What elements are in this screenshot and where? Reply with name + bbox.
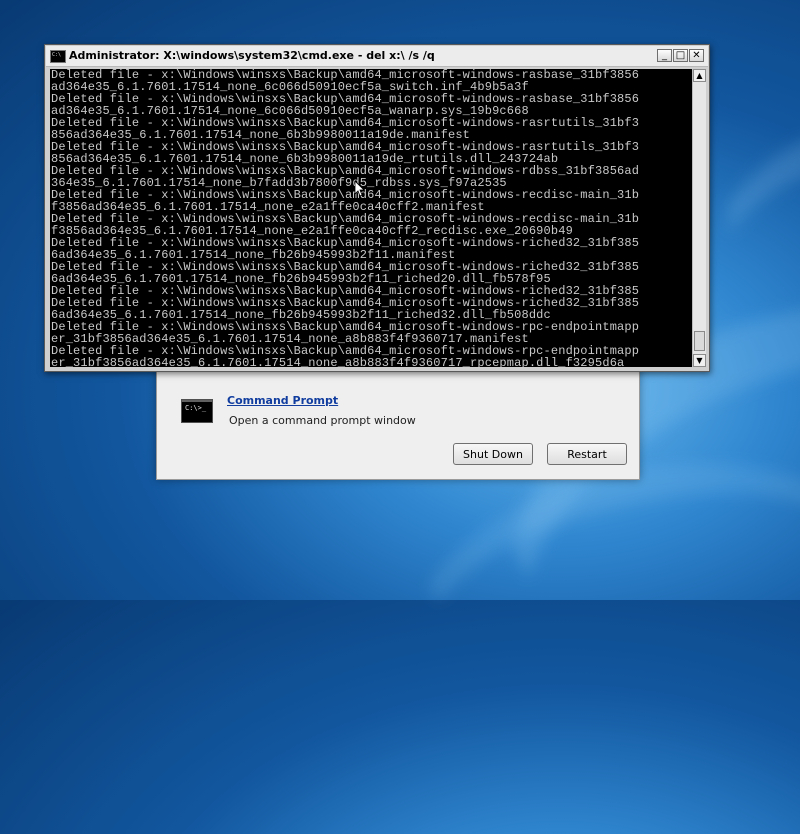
console-line: Deleted file - x:\Windows\winsxs\Backup\… xyxy=(51,321,640,333)
console-line: 6ad364e35_6.1.7601.17514_none_fb26b94599… xyxy=(51,249,456,261)
console-app-icon[interactable]: C:\ xyxy=(50,50,66,63)
console-line: 856ad364e35_6.1.7601.17514_none_6b3b9980… xyxy=(51,129,471,141)
mouse-cursor-icon xyxy=(355,181,365,197)
console-line: 856ad364e35_6.1.7601.17514_none_6b3b9980… xyxy=(51,153,559,165)
console-line: er_31bf3856ad364e35_6.1.7601.17514_none_… xyxy=(51,357,625,367)
console-app-icon-glyph: C:\ xyxy=(52,52,62,58)
console-line: Deleted file - x:\Windows\winsxs\Backup\… xyxy=(51,261,640,273)
console-line: Deleted file - x:\Windows\winsxs\Backup\… xyxy=(51,189,640,201)
scroll-down-arrow-icon[interactable]: ▼ xyxy=(693,354,706,367)
console-line: Deleted file - x:\Windows\winsxs\Backup\… xyxy=(51,117,640,129)
command-prompt-description: Open a command prompt window xyxy=(229,414,416,427)
console-line: ad364e35_6.1.7601.17514_none_6c066d50910… xyxy=(51,105,529,117)
cmd-window[interactable]: C:\ Administrator: X:\windows\system32\c… xyxy=(44,44,710,372)
console-line: Deleted file - x:\Windows\winsxs\Backup\… xyxy=(51,141,640,153)
console-line: Deleted file - x:\Windows\winsxs\Backup\… xyxy=(51,93,640,105)
console-line: ad364e35_6.1.7601.17514_none_6c066d50910… xyxy=(51,81,529,93)
console-line: Deleted file - x:\Windows\winsxs\Backup\… xyxy=(51,213,640,225)
close-button[interactable]: ✕ xyxy=(689,49,704,62)
console-line: Deleted file - x:\Windows\winsxs\Backup\… xyxy=(51,285,640,297)
console-line: 6ad364e35_6.1.7601.17514_none_fb26b94599… xyxy=(51,309,551,321)
vertical-scrollbar[interactable]: ▲ ▼ xyxy=(692,69,706,367)
console-line: 6ad364e35_6.1.7601.17514_none_fb26b94599… xyxy=(51,273,551,285)
minimize-button[interactable]: _ xyxy=(657,49,672,62)
scroll-up-arrow-icon[interactable]: ▲ xyxy=(693,69,706,82)
restart-button[interactable]: Restart xyxy=(547,443,627,465)
cmd-titlebar[interactable]: C:\ Administrator: X:\windows\system32\c… xyxy=(46,46,708,67)
console-output[interactable]: Deleted file - x:\Windows\winsxs\Backup\… xyxy=(50,69,692,367)
shut-down-button[interactable]: Shut Down xyxy=(453,443,533,465)
command-prompt-link[interactable]: Command Prompt xyxy=(227,394,338,407)
console-line: f3856ad364e35_6.1.7601.17514_none_e2a1ff… xyxy=(51,201,485,213)
console-line: 364e35_6.1.7601.17514_none_b7fadd3b7800f… xyxy=(51,177,507,189)
console-line: Deleted file - x:\Windows\winsxs\Backup\… xyxy=(51,69,640,81)
command-prompt-icon[interactable]: C:\>_ xyxy=(181,399,213,423)
console-line: Deleted file - x:\Windows\winsxs\Backup\… xyxy=(51,345,640,357)
console-line: er_31bf3856ad364e35_6.1.7601.17514_none_… xyxy=(51,333,529,345)
scrollbar-thumb[interactable] xyxy=(694,331,705,351)
window-title: Administrator: X:\windows\system32\cmd.e… xyxy=(69,49,435,62)
console-line: Deleted file - x:\Windows\winsxs\Backup\… xyxy=(51,237,640,249)
command-prompt-icon-glyph: C:\>_ xyxy=(185,404,207,412)
maximize-button[interactable]: □ xyxy=(673,49,688,62)
console-line: f3856ad364e35_6.1.7601.17514_none_e2a1ff… xyxy=(51,225,573,237)
console-line: Deleted file - x:\Windows\winsxs\Backup\… xyxy=(51,165,640,177)
console-line: Deleted file - x:\Windows\winsxs\Backup\… xyxy=(51,297,640,309)
